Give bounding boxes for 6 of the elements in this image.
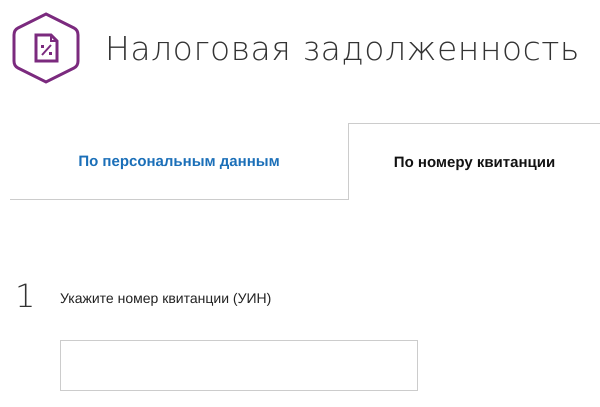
page-title: Налоговая задолженность	[105, 28, 580, 68]
field-label: Укажите номер квитанции (УИН)	[60, 290, 272, 306]
tax-document-icon	[11, 11, 81, 85]
tab[interactable]: По номеру квитанции	[348, 123, 600, 200]
input-field[interactable]	[60, 340, 418, 391]
step-number: 1	[15, 280, 36, 317]
